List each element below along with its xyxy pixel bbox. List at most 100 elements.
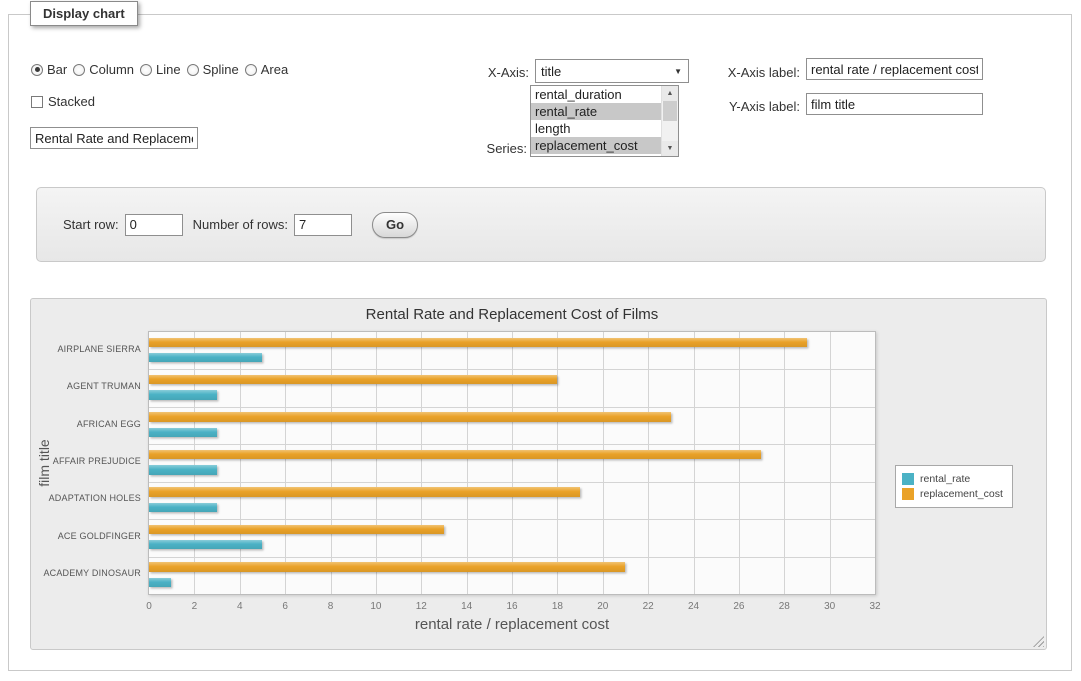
x-tick-label: 8 xyxy=(316,601,346,612)
gridline-vertical xyxy=(331,332,332,594)
gridline-vertical xyxy=(467,332,468,594)
x-tick-label: 4 xyxy=(225,601,255,612)
x-axis-select-value: title xyxy=(541,64,561,79)
x-tick-label: 6 xyxy=(270,601,300,612)
gridline-vertical xyxy=(694,332,695,594)
bar-rental_rate xyxy=(149,503,217,512)
x-tick-label: 12 xyxy=(406,601,436,612)
gridline-vertical xyxy=(830,332,831,594)
gridline-horizontal xyxy=(149,444,875,445)
category-label: ACE GOLDFINGER xyxy=(35,531,141,541)
bar-rental_rate xyxy=(149,428,217,437)
radio-bar[interactable]: Bar xyxy=(31,62,67,77)
series-option-length[interactable]: length xyxy=(531,120,661,137)
series-listbox-label: Series: xyxy=(429,141,527,156)
x-tick-label: 30 xyxy=(815,601,845,612)
gridline-horizontal xyxy=(149,557,875,558)
bar-rental_rate xyxy=(149,390,217,399)
bar-rental_rate xyxy=(149,540,262,549)
category-label: AFFAIR PREJUDICE xyxy=(35,456,141,466)
category-label: AIRPLANE SIERRA xyxy=(35,344,141,354)
legend-label: rental_rate xyxy=(920,473,970,485)
bar-replacement_cost xyxy=(149,487,580,496)
gridline-horizontal xyxy=(149,482,875,483)
listbox-scrollbar[interactable]: ▲ ▼ xyxy=(661,86,678,156)
y-axis-label-input[interactable] xyxy=(806,93,983,115)
number-of-rows-input[interactable] xyxy=(294,214,352,236)
gridline-vertical xyxy=(648,332,649,594)
bar-rental_rate xyxy=(149,353,262,362)
x-axis-title: rental rate / replacement cost xyxy=(31,616,993,633)
radio-spline[interactable]: Spline xyxy=(187,62,239,77)
legend-swatch xyxy=(902,488,914,500)
x-tick-label: 18 xyxy=(542,601,572,612)
bar-replacement_cost xyxy=(149,450,761,459)
scroll-down-icon[interactable]: ▼ xyxy=(662,141,678,156)
x-axis-label-input[interactable] xyxy=(806,58,983,80)
x-tick-label: 28 xyxy=(769,601,799,612)
radio-spline-label: Spline xyxy=(203,62,239,77)
bar-replacement_cost xyxy=(149,562,625,571)
x-tick-label: 14 xyxy=(452,601,482,612)
radio-line-icon xyxy=(140,64,152,76)
gridline-vertical xyxy=(376,332,377,594)
gridline-vertical xyxy=(285,332,286,594)
radio-column-icon xyxy=(73,64,85,76)
bar-replacement_cost xyxy=(149,412,671,421)
x-axis-select-label: X-Axis: xyxy=(429,65,529,80)
bar-replacement_cost xyxy=(149,375,557,384)
display-chart-panel: Display chart Bar Column Line Spline Are… xyxy=(8,14,1072,671)
x-tick-label: 10 xyxy=(361,601,391,612)
y-axis-label-label: Y-Axis label: xyxy=(649,99,800,114)
gridline-vertical xyxy=(739,332,740,594)
chart-title-input[interactable] xyxy=(30,127,198,149)
series-option-rental-duration[interactable]: rental_duration xyxy=(531,86,661,103)
chart-type-radio-group: Bar Column Line Spline Area xyxy=(31,62,288,77)
legend-label: replacement_cost xyxy=(920,488,1003,500)
category-label: ACADEMY DINOSAUR xyxy=(35,568,141,578)
gridline-vertical xyxy=(557,332,558,594)
radio-line-label: Line xyxy=(156,62,181,77)
gridline-vertical xyxy=(784,332,785,594)
gridline-vertical xyxy=(603,332,604,594)
series-option-replacement-cost[interactable]: replacement_cost xyxy=(531,137,661,154)
bar-rental_rate xyxy=(149,578,171,587)
go-button[interactable]: Go xyxy=(372,212,418,238)
radio-bar-icon xyxy=(31,64,43,76)
series-option-rental-rate[interactable]: rental_rate xyxy=(531,103,661,120)
legend-item: replacement_cost xyxy=(902,488,1003,500)
legend-swatch xyxy=(902,473,914,485)
chart-panel: Rental Rate and Replacement Cost of Film… xyxy=(30,298,1047,650)
bar-replacement_cost xyxy=(149,525,444,534)
radio-area[interactable]: Area xyxy=(245,62,288,77)
radio-spline-icon xyxy=(187,64,199,76)
radio-area-label: Area xyxy=(261,62,288,77)
bar-rental_rate xyxy=(149,465,217,474)
radio-line[interactable]: Line xyxy=(140,62,181,77)
x-tick-label: 22 xyxy=(633,601,663,612)
x-tick-label: 0 xyxy=(134,601,164,612)
resize-handle-icon[interactable] xyxy=(1033,636,1044,647)
stacked-checkbox[interactable]: Stacked xyxy=(31,94,95,109)
series-listbox: rental_duration rental_rate length repla… xyxy=(530,85,679,157)
x-tick-label: 24 xyxy=(679,601,709,612)
x-tick-label: 26 xyxy=(724,601,754,612)
plot-area xyxy=(148,331,876,595)
legend-item: rental_rate xyxy=(902,473,1003,485)
bar-replacement_cost xyxy=(149,338,807,347)
gridline-horizontal xyxy=(149,407,875,408)
x-tick-label: 2 xyxy=(179,601,209,612)
category-label: AFRICAN EGG xyxy=(35,419,141,429)
chart-title: Rental Rate and Replacement Cost of Film… xyxy=(31,306,993,323)
radio-column[interactable]: Column xyxy=(73,62,134,77)
gridline-horizontal xyxy=(149,369,875,370)
start-row-label: Start row: xyxy=(63,217,119,232)
stacked-checkbox-icon xyxy=(31,96,43,108)
radio-area-icon xyxy=(245,64,257,76)
number-of-rows-label: Number of rows: xyxy=(193,217,288,232)
gridline-vertical xyxy=(512,332,513,594)
panel-legend: Display chart xyxy=(30,1,138,26)
start-row-input[interactable] xyxy=(125,214,183,236)
gridline-horizontal xyxy=(149,519,875,520)
x-axis-label-label: X-Axis label: xyxy=(649,65,800,80)
